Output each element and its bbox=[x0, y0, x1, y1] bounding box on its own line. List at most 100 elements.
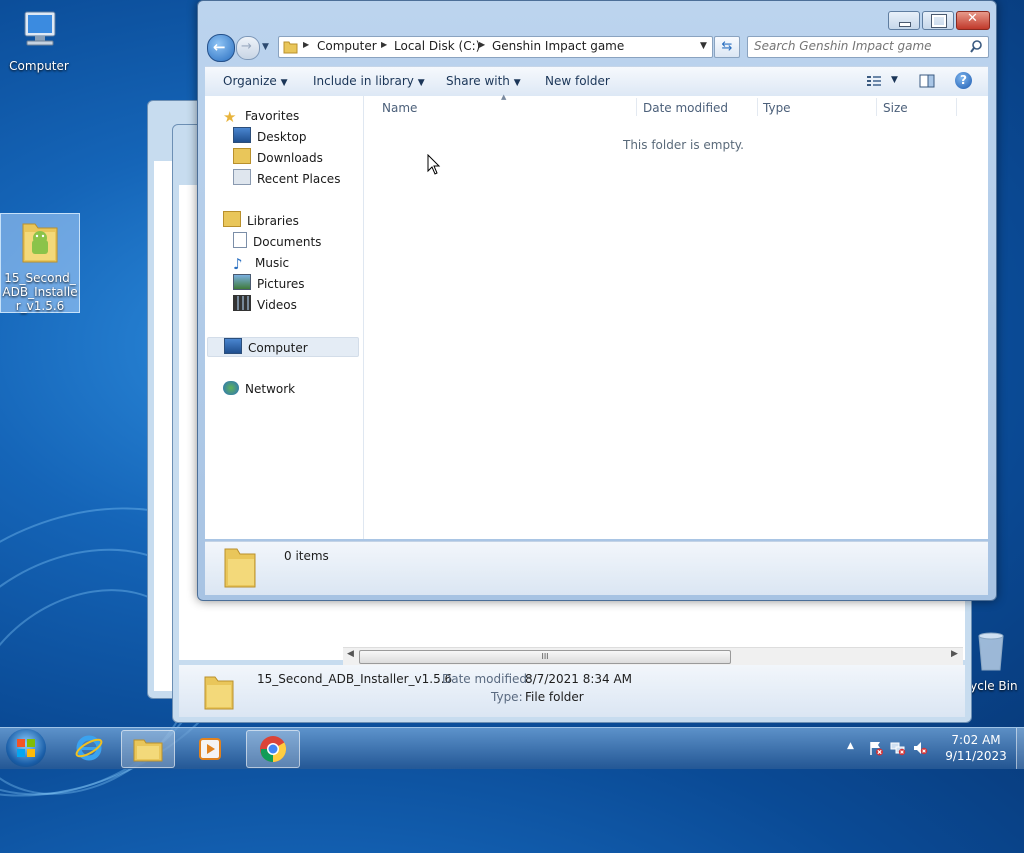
start-button[interactable] bbox=[6, 729, 46, 767]
navigation-pane: ★ Favorites Desktop Downloads Recent Plac… bbox=[205, 96, 364, 539]
videos-icon bbox=[233, 295, 251, 311]
explorer-window[interactable]: ✕ ← → ▼ ▶ Computer ▶ Local Disk (C:) ▶ G… bbox=[197, 0, 997, 601]
documents-icon bbox=[233, 232, 247, 248]
breadcrumb-local-disk[interactable]: Local Disk (C:) bbox=[394, 39, 480, 53]
android-folder-icon bbox=[22, 223, 58, 263]
nav-label: Pictures bbox=[257, 277, 305, 291]
view-options-icon[interactable] bbox=[866, 75, 882, 87]
windows-logo-icon bbox=[17, 739, 35, 757]
desktop-icon-adb-folder[interactable]: 15_Second_ADB_Installer_v1.5.6 bbox=[0, 213, 80, 313]
chevron-down-icon: ▼ bbox=[280, 78, 288, 88]
file-explorer-icon bbox=[133, 739, 163, 762]
nav-label: Computer bbox=[248, 341, 308, 355]
column-header-size[interactable]: Size bbox=[883, 101, 908, 115]
desktop-icon bbox=[233, 127, 251, 143]
details-date-value: 8/7/2021 8:34 AM bbox=[525, 672, 633, 686]
details-date-label: Date modified: bbox=[442, 672, 532, 686]
scroll-left-arrow-icon[interactable]: ◀ bbox=[347, 649, 354, 659]
scroll-thumb[interactable]: III bbox=[359, 650, 731, 664]
close-button[interactable]: ✕ bbox=[956, 11, 990, 30]
breadcrumb-chevron-icon[interactable]: ▶ bbox=[381, 40, 387, 49]
desktop-icon-computer[interactable]: Computer bbox=[0, 8, 78, 73]
nav-label: Videos bbox=[257, 298, 297, 312]
nav-desktop[interactable]: Desktop bbox=[233, 127, 307, 147]
scroll-grip: III bbox=[541, 652, 549, 661]
back-arrow-icon: ← bbox=[213, 38, 226, 56]
view-options-dropdown-icon[interactable]: ▼ bbox=[891, 75, 898, 85]
nav-network[interactable]: Network bbox=[223, 379, 295, 399]
include-in-library-button[interactable]: Include in library ▼ bbox=[313, 74, 425, 88]
nav-label: Documents bbox=[253, 235, 322, 249]
show-hidden-icons-button[interactable]: ▲ bbox=[847, 741, 854, 751]
clock-time: 7:02 AM bbox=[951, 733, 1001, 747]
breadcrumb-computer[interactable]: Computer bbox=[317, 39, 377, 53]
internet-explorer-icon bbox=[75, 735, 103, 761]
nav-libraries[interactable]: Libraries bbox=[223, 211, 299, 231]
action-center-flag-icon[interactable] bbox=[868, 740, 884, 756]
nav-computer[interactable]: Computer bbox=[207, 337, 359, 357]
horizontal-scrollbar[interactable]: ◀ III ▶ bbox=[343, 647, 963, 665]
column-divider[interactable] bbox=[636, 98, 637, 116]
details-pane: 15_Second_ADB_Installer_v1.5.6 Date modi… bbox=[179, 665, 965, 717]
share-with-button[interactable]: Share with ▼ bbox=[446, 74, 521, 88]
search-input[interactable] bbox=[748, 37, 959, 55]
search-icon[interactable] bbox=[970, 40, 983, 53]
clock[interactable]: 7:02 AM 9/11/2023 bbox=[942, 732, 1010, 764]
taskbar-windows-explorer[interactable] bbox=[121, 730, 175, 768]
organize-button[interactable]: Organize ▼ bbox=[223, 74, 288, 88]
maximize-icon bbox=[931, 14, 947, 28]
column-divider[interactable] bbox=[956, 98, 957, 116]
recent-pages-dropdown-icon[interactable]: ▼ bbox=[262, 42, 269, 52]
show-desktop-button[interactable] bbox=[1016, 728, 1024, 769]
nav-music[interactable]: ♪ Music bbox=[233, 253, 289, 273]
file-list-pane[interactable]: ▲ Name Date modified Type Size This fold… bbox=[364, 93, 988, 539]
address-history-dropdown-icon[interactable]: ▼ bbox=[700, 41, 707, 51]
breadcrumb-chevron-icon[interactable]: ▶ bbox=[303, 40, 309, 49]
volume-muted-icon[interactable] bbox=[912, 740, 928, 756]
taskbar: ▲ 7:02 AM 9/11/2023 bbox=[0, 727, 1024, 769]
details-type-value: File folder bbox=[525, 690, 584, 704]
scroll-right-arrow-icon[interactable]: ▶ bbox=[951, 649, 958, 659]
forward-button[interactable]: → bbox=[236, 36, 260, 60]
back-button[interactable]: ← bbox=[207, 34, 235, 62]
taskbar-chrome[interactable] bbox=[246, 730, 300, 768]
details-name: 15_Second_ADB_Installer_v1.5.6 bbox=[257, 672, 453, 686]
nav-favorites[interactable]: ★ Favorites bbox=[223, 106, 299, 126]
star-icon: ★ bbox=[223, 108, 237, 126]
nav-recent-places[interactable]: Recent Places bbox=[233, 169, 340, 189]
nav-videos[interactable]: Videos bbox=[233, 295, 297, 315]
search-box[interactable] bbox=[747, 36, 989, 58]
taskbar-internet-explorer[interactable] bbox=[63, 730, 115, 766]
column-header-name[interactable]: Name bbox=[382, 101, 417, 115]
nav-downloads[interactable]: Downloads bbox=[233, 148, 323, 168]
column-divider[interactable] bbox=[876, 98, 877, 116]
column-header-type[interactable]: Type bbox=[763, 101, 791, 115]
chevron-down-icon: ▼ bbox=[513, 78, 521, 88]
maximize-button[interactable] bbox=[922, 11, 954, 30]
nav-label: Music bbox=[255, 256, 290, 270]
preview-pane-icon[interactable] bbox=[919, 74, 935, 88]
nav-pictures[interactable]: Pictures bbox=[233, 274, 305, 294]
refresh-icon: ⇆ bbox=[721, 39, 733, 54]
libraries-icon bbox=[223, 211, 241, 227]
minimize-button[interactable] bbox=[888, 11, 920, 30]
refresh-button[interactable]: ⇆ bbox=[714, 36, 740, 58]
folder-icon bbox=[224, 548, 256, 588]
address-bar[interactable]: ▶ Computer ▶ Local Disk (C:) ▶ Genshin I… bbox=[278, 36, 713, 58]
breadcrumb-chevron-icon[interactable]: ▶ bbox=[479, 40, 485, 49]
new-folder-button[interactable]: New folder bbox=[545, 74, 610, 88]
breadcrumb-current-folder[interactable]: Genshin Impact game bbox=[492, 39, 624, 53]
recent-places-icon bbox=[233, 169, 251, 185]
column-header-date-modified[interactable]: Date modified bbox=[643, 101, 728, 115]
taskbar-media-player[interactable] bbox=[183, 730, 235, 766]
computer-icon bbox=[224, 338, 242, 354]
nav-label: Network bbox=[245, 382, 296, 396]
column-divider[interactable] bbox=[757, 98, 758, 116]
help-icon[interactable]: ? bbox=[955, 72, 972, 89]
pictures-icon bbox=[233, 274, 251, 290]
nav-label: Favorites bbox=[245, 109, 300, 123]
nav-label: Libraries bbox=[247, 214, 299, 228]
network-tray-icon[interactable] bbox=[890, 740, 906, 756]
clock-date: 9/11/2023 bbox=[945, 749, 1007, 763]
nav-documents[interactable]: Documents bbox=[233, 232, 321, 252]
